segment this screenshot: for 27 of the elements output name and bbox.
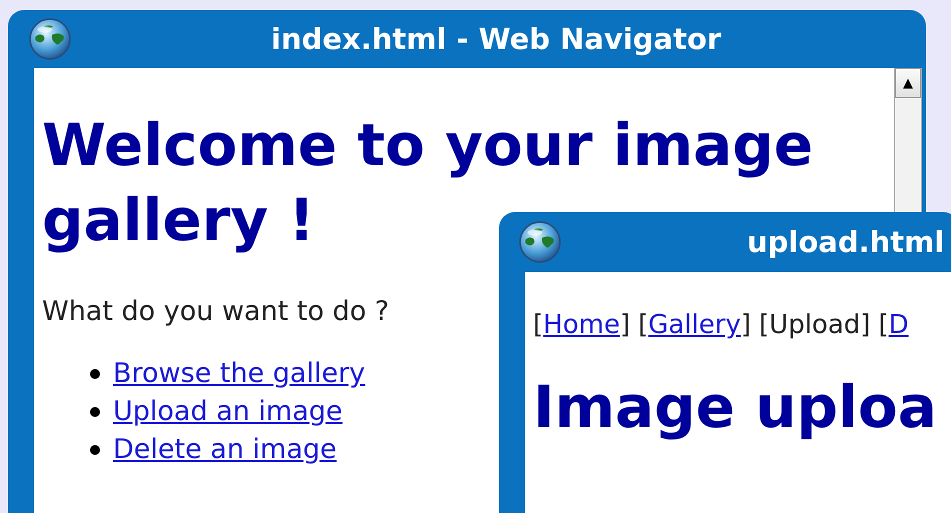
current-page-label: Upload xyxy=(769,310,860,340)
scrollbar[interactable]: ▲ xyxy=(894,68,922,212)
nav-link[interactable]: D xyxy=(888,310,909,340)
bracket: [ xyxy=(638,310,648,340)
bullet-icon xyxy=(90,407,100,417)
scroll-up-button[interactable]: ▲ xyxy=(895,68,921,98)
bracket: [ xyxy=(533,310,544,340)
window-title: upload.html xyxy=(747,225,944,259)
globe-icon xyxy=(519,221,561,263)
globe-icon xyxy=(29,18,71,60)
page-link[interactable]: Delete an image xyxy=(113,431,337,469)
bracket: [ xyxy=(878,310,889,340)
bracket: ] xyxy=(860,310,870,340)
bullet-icon xyxy=(90,369,100,379)
prompt-text: What do you want to do ? xyxy=(42,296,390,327)
page-link[interactable]: Upload an image xyxy=(113,393,343,431)
page-heading: Image uploa xyxy=(533,372,937,443)
bullet-icon xyxy=(90,445,100,455)
bracket: [ xyxy=(759,310,770,340)
bracket: ] xyxy=(740,310,752,340)
nav-link[interactable]: Gallery xyxy=(648,310,741,340)
bracket: ] xyxy=(620,310,630,340)
page-heading: gallery ! xyxy=(42,185,315,256)
page-heading: Welcome to your image xyxy=(42,110,814,181)
window-title: index.html - Web Navigator xyxy=(271,22,722,56)
page-link[interactable]: Browse the gallery xyxy=(113,355,366,393)
nav-link[interactable]: Home xyxy=(543,310,620,340)
